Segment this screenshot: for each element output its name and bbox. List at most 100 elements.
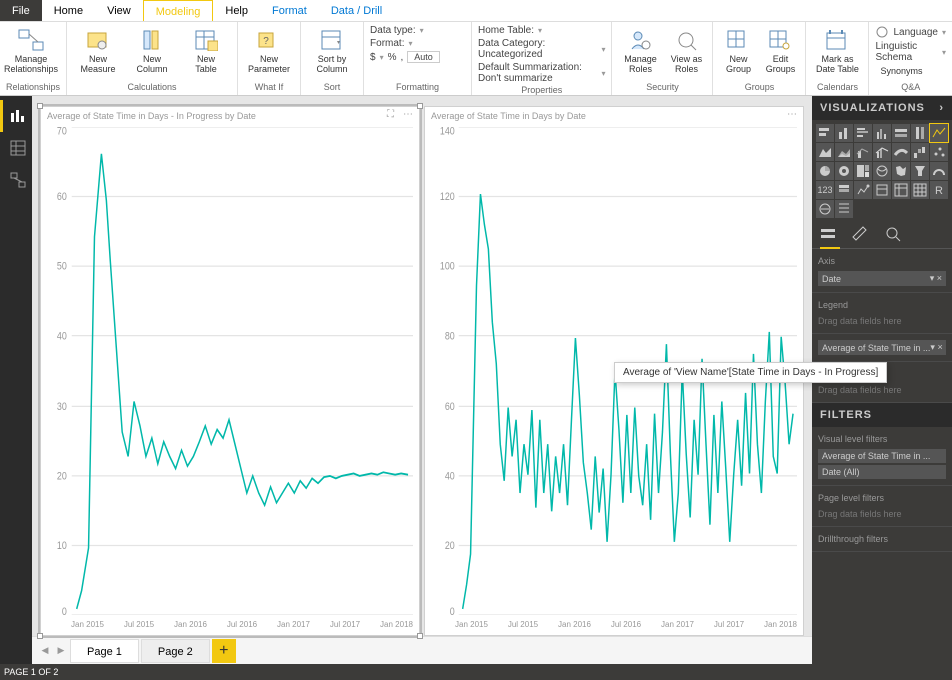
new-column-button[interactable]: NewColumn xyxy=(127,24,177,75)
group-sort-title: Sort xyxy=(307,82,357,93)
view-as-roles-button[interactable]: View asRoles xyxy=(666,24,706,75)
remove-field-icon[interactable]: × xyxy=(937,342,942,352)
format-dropdown[interactable]: Format:▾ xyxy=(370,37,465,50)
page-tab-2[interactable]: Page 2 xyxy=(141,639,210,663)
home-table-dropdown[interactable]: Home Table:▾ xyxy=(478,24,605,37)
tab-file[interactable]: File xyxy=(0,0,42,21)
slicer-icon[interactable] xyxy=(873,181,891,199)
group-properties-title: Properties xyxy=(478,85,605,96)
new-group-button[interactable]: NewGroup xyxy=(719,24,757,75)
values-field-item[interactable]: Average of State Time in ...▾ × xyxy=(818,340,946,355)
synonyms-button[interactable]: Synonyms xyxy=(875,64,927,77)
tab-home[interactable]: Home xyxy=(42,0,95,21)
data-category-dropdown[interactable]: Data Category: Uncategorized▾ xyxy=(478,37,605,61)
stacked-bar-icon[interactable] xyxy=(816,124,834,142)
report-view-button[interactable] xyxy=(0,100,32,132)
edit-groups-label: EditGroups xyxy=(766,55,796,75)
custom-visual-icon[interactable] xyxy=(835,200,853,218)
manage-relationships-button[interactable]: ManageRelationships xyxy=(6,24,56,75)
axis-field-item[interactable]: Date▾ × xyxy=(818,271,946,286)
new-group-label: NewGroup xyxy=(726,55,751,75)
legend-dropzone[interactable]: Drag data fields here xyxy=(818,313,946,329)
funnel-icon[interactable] xyxy=(911,162,929,180)
collapse-icon[interactable]: › xyxy=(939,102,944,114)
svg-text:40: 40 xyxy=(57,330,67,342)
mark-as-date-table-button[interactable]: Mark asDate Table xyxy=(812,24,862,75)
page-tab-1[interactable]: Page 1 xyxy=(70,639,139,663)
page-next-button[interactable]: ▶ xyxy=(54,644,68,658)
visual-filter-item[interactable]: Average of State Time in ... xyxy=(818,449,946,463)
edit-groups-button[interactable]: EditGroups xyxy=(761,24,799,75)
sort-by-column-button[interactable]: Sort byColumn xyxy=(307,24,357,75)
stacked-area-icon[interactable] xyxy=(835,143,853,161)
more-options-icon[interactable]: ⋯ xyxy=(403,109,415,121)
new-table-button[interactable]: NewTable xyxy=(181,24,231,75)
line-chart-visual-1[interactable]: ⛶ ⋯ Average of State Time in Days - In P… xyxy=(40,106,420,636)
donut-icon[interactable] xyxy=(835,162,853,180)
treemap-icon[interactable] xyxy=(854,162,872,180)
format-tab-button[interactable] xyxy=(852,226,872,244)
new-measure-button[interactable]: NewMeasure xyxy=(73,24,123,75)
filled-map-icon[interactable] xyxy=(892,162,910,180)
table-icon[interactable] xyxy=(892,181,910,199)
stacked-column-100-icon[interactable] xyxy=(911,124,929,142)
resize-handle-icon[interactable] xyxy=(37,103,43,109)
r-visual-icon[interactable]: R xyxy=(930,181,948,199)
visual-filter-item[interactable]: Date (All) xyxy=(818,465,946,479)
decimal-places-input[interactable]: Auto xyxy=(407,51,440,63)
svg-text:100: 100 xyxy=(440,261,455,273)
tooltips-dropzone[interactable]: Drag data fields here xyxy=(818,382,946,398)
card-icon[interactable]: 123 xyxy=(816,181,834,199)
visual-filters-label: Visual level filters xyxy=(818,431,946,447)
analytics-tab-button[interactable] xyxy=(884,226,904,244)
manage-roles-button[interactable]: ManageRoles xyxy=(618,24,662,75)
tab-format[interactable]: Format xyxy=(260,0,319,21)
line-clustered-column-icon[interactable] xyxy=(873,143,891,161)
line-stacked-column-icon[interactable] xyxy=(854,143,872,161)
multi-row-card-icon[interactable] xyxy=(835,181,853,199)
linguistic-schema-dropdown[interactable]: Linguistic Schema▾ xyxy=(875,40,946,64)
line-chart-icon[interactable] xyxy=(930,124,948,142)
stacked-column-icon[interactable] xyxy=(835,124,853,142)
pie-icon[interactable] xyxy=(816,162,834,180)
language-dropdown[interactable]: Language▾ xyxy=(875,24,946,40)
kpi-icon[interactable] xyxy=(854,181,872,199)
python-visual-icon[interactable] xyxy=(816,200,834,218)
add-page-button[interactable]: + xyxy=(212,639,236,663)
gauge-icon[interactable] xyxy=(930,162,948,180)
more-options-icon[interactable]: ⋯ xyxy=(787,109,799,121)
resize-handle-icon[interactable] xyxy=(417,633,423,639)
fields-tab-button[interactable] xyxy=(820,226,840,244)
tab-datadrill[interactable]: Data / Drill xyxy=(319,0,394,21)
new-table-label: NewTable xyxy=(195,55,217,75)
data-type-dropdown[interactable]: Data type:▾ xyxy=(370,24,465,37)
stacked-bar-100-icon[interactable] xyxy=(892,124,910,142)
model-view-button[interactable] xyxy=(0,164,32,196)
area-chart-icon[interactable] xyxy=(816,143,834,161)
matrix-icon[interactable] xyxy=(911,181,929,199)
map-icon[interactable] xyxy=(873,162,891,180)
clustered-bar-icon[interactable] xyxy=(854,124,872,142)
default-summarization-dropdown[interactable]: Default Summarization: Don't summarize▾ xyxy=(478,61,605,85)
new-parameter-button[interactable]: ?NewParameter xyxy=(244,24,294,75)
page-prev-button[interactable]: ◀ xyxy=(38,644,52,658)
waterfall-icon[interactable] xyxy=(911,143,929,161)
percent-button[interactable]: % xyxy=(388,52,397,63)
focus-mode-icon[interactable]: ⛶ xyxy=(387,109,399,121)
ribbon-chart-icon[interactable] xyxy=(892,143,910,161)
tab-view[interactable]: View xyxy=(95,0,143,21)
tab-modeling[interactable]: Modeling xyxy=(143,0,214,21)
resize-handle-icon[interactable] xyxy=(417,103,423,109)
resize-handle-icon[interactable] xyxy=(37,633,43,639)
page-filters-dropzone[interactable]: Drag data fields here xyxy=(818,506,946,522)
visualizations-header[interactable]: VISUALIZATIONS › xyxy=(812,96,952,120)
data-view-button[interactable] xyxy=(0,132,32,164)
comma-button[interactable]: , xyxy=(401,52,404,63)
remove-field-icon[interactable]: × xyxy=(937,273,942,283)
clustered-column-icon[interactable] xyxy=(873,124,891,142)
scatter-icon[interactable] xyxy=(930,143,948,161)
tab-help[interactable]: Help xyxy=(213,0,260,21)
currency-button[interactable]: $ xyxy=(370,52,376,63)
svg-text:70: 70 xyxy=(57,127,67,138)
group-qa-title: Q&A xyxy=(875,82,946,93)
